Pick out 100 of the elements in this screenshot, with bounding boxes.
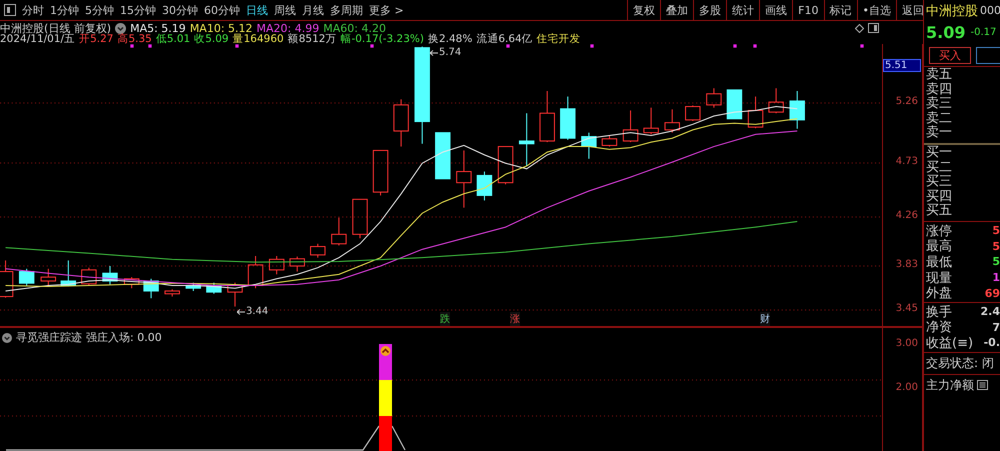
period-tab[interactable]: 60分钟 [204,2,240,18]
moving-average-label: MA20: 4.99 [256,22,320,34]
quote-value: 2024/11/01/五 [0,33,76,46]
candle [560,96,576,140]
indicator-axis-label: 3.00 [896,338,918,349]
indicator-reading: 强庄入场: 0.00 [86,330,162,345]
order-book-label: 卖四 [926,82,953,97]
period-tab[interactable]: 日线 [246,2,268,18]
candle [124,276,140,289]
candle [102,266,118,285]
candle [726,89,742,120]
stock-code: 000 [980,4,1000,17]
candle [748,96,764,129]
event-tag[interactable]: 财 [760,312,770,326]
price-axis-label: 4.26 [896,210,918,221]
candle [290,256,305,272]
price-change: -0.17 [970,27,996,38]
trading-status: 交易状态: 闭 [924,352,1000,375]
panel-toggle-icon[interactable] [4,4,16,16]
order-book-label: 买三 [926,175,953,190]
order-book-label: 买五 [926,204,953,219]
candle [186,282,202,292]
stat-value: 7 [992,320,1000,334]
price-axis-label: 3.83 [896,259,918,270]
candle [664,108,680,134]
stat-value: -0. [984,336,1000,350]
candle [393,98,409,148]
candle [498,146,514,185]
quote-value: 开5.27 [79,33,114,46]
price-axis-label: 4.73 [896,156,918,167]
stat-value: 5 [992,224,1000,238]
candle [18,268,34,286]
chevron-down-circle-icon[interactable] [2,332,12,342]
stat-value: 2.4 [980,305,1000,318]
stat-label: 换手 [926,304,952,320]
period-tab[interactable]: 5分钟 [85,2,114,18]
candle [476,171,492,201]
quote-value: 换2.48% [428,32,472,46]
period-tab[interactable]: 月线 [302,2,324,18]
indicator-axis-label: 2.00 [896,382,918,393]
sell-button[interactable] [976,46,1000,64]
price-axis-label: 3.45 [896,303,918,314]
candle [0,260,14,298]
candle [164,288,180,298]
period-tab[interactable]: 多周期 [330,2,363,18]
chart-title: 中洲控股(日线 前复权) [0,20,112,34]
panel-icon[interactable] [868,23,879,33]
candle [685,104,700,122]
period-tab[interactable]: 1分钟 [50,2,79,18]
candle [352,198,368,239]
quote-value: 量164960 [232,32,284,46]
current-price: 5.09 [926,23,966,42]
stat-label: 收益(≡) [926,334,974,352]
quote-value: 高5.35 [117,32,152,46]
order-book-label: 卖三 [926,97,953,112]
moving-average-label: MA10: 5.12 [190,22,253,34]
candle [435,132,450,180]
stat-label: 最高 [926,238,952,256]
candle [268,256,284,275]
main-net-label: 主力净额 [926,376,974,394]
order-book-label: 买二 [926,160,953,175]
candle [622,110,638,143]
indicator-line [391,426,406,450]
quote-value: 幅-0.17(-3.23%) [340,32,424,46]
list-icon[interactable] [977,380,988,390]
candle [310,243,326,258]
quote-value: 低5.01 [156,32,190,46]
cursor-price-label: 5.51 [883,59,921,72]
quote-value: 住宅开发 [536,32,581,46]
quote-value: 额8512万 [288,32,336,46]
stat-label: 外盘 [926,285,952,302]
period-tab[interactable]: 周线 [274,2,296,18]
candle [706,88,722,108]
candle [790,90,805,130]
event-tag[interactable]: 跌 [440,312,450,326]
candle [540,90,555,143]
stat-label: 现量 [926,270,952,286]
candle [60,260,76,288]
candle [643,107,659,135]
period-tab[interactable]: 30分钟 [162,2,198,18]
price-axis-label: 5.26 [896,96,918,107]
order-book-label: 卖二 [926,112,953,126]
period-tab[interactable]: 分时 [22,2,44,18]
buy-button[interactable]: 买入 [929,46,971,64]
quote-value: 流通6.64亿 [476,32,533,46]
period-tab[interactable]: 15分钟 [120,2,156,18]
stat-value: 5 [992,255,1000,268]
candle [206,282,222,294]
candle [372,150,388,196]
chevron-down-circle-icon[interactable] [115,22,126,34]
quote-value: 收5.09 [194,32,229,46]
candle [518,112,534,166]
candle [248,256,264,289]
stat-value: 69 [984,286,1000,300]
candle [456,150,472,208]
period-tab[interactable]: 更多 > [369,2,404,18]
arrow-icon [237,309,245,315]
event-tag[interactable]: 涨 [510,312,520,326]
diamond-icon[interactable] [855,24,864,32]
order-book-label: 买一 [926,146,953,160]
